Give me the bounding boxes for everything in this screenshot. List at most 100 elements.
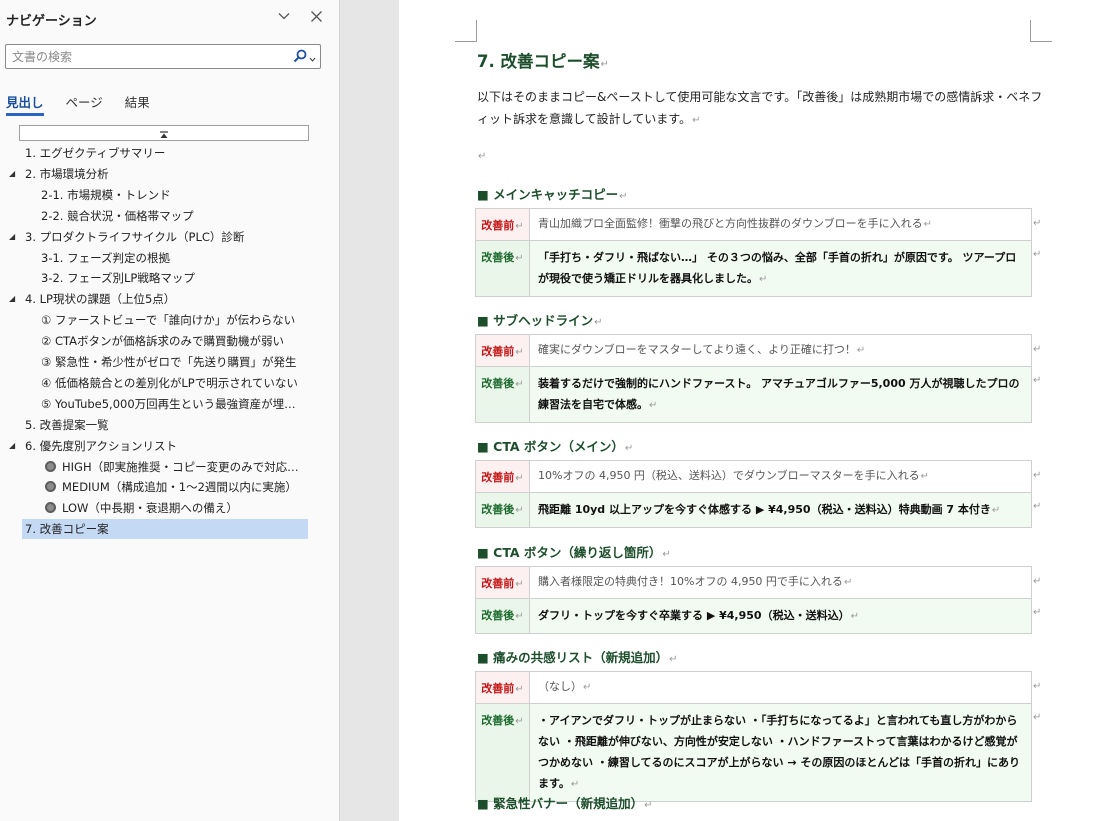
outline-heading-item[interactable]: ② CTAボタンが価格訴求のみで購買動機が弱い	[38, 331, 305, 351]
expand-toggle-icon[interactable]: ◢	[9, 289, 15, 309]
before-label: 改善前	[481, 471, 515, 484]
copy-section-title: ■ サブヘッドライン↵	[477, 313, 603, 328]
row-end-mark: ↵	[1033, 501, 1042, 512]
row-end-mark: ↵	[1033, 249, 1042, 260]
before-copy-text: 10%オフの 4,950 円（税込、送料込）でダウンブローマスターを手に入れる	[538, 469, 920, 482]
before-label-cell: 改善前↵	[475, 334, 530, 367]
after-copy-cell: ・アイアンでダフリ・トップが止まらない ・「手打ちになってるよ」と言われても直し…	[529, 703, 1032, 802]
document-page: 7. 改善コピー案↵ 以下はそのままコピー&ペーストして使用可能な文言です。「改…	[399, 0, 1096, 821]
section-heading: 7. 改善コピー案↵	[477, 52, 609, 71]
outline-heading-label: 6. 優先度別アクションリスト	[25, 439, 178, 453]
chevron-down-icon	[277, 8, 291, 27]
row-end-mark: ↵	[1033, 607, 1042, 618]
outline-heading-item[interactable]: HIGH（即実施推奨・コピー変更のみで対応可…	[42, 457, 305, 477]
tab-headings[interactable]: 見出し	[6, 92, 44, 116]
row-end-mark: ↵	[1033, 681, 1042, 692]
outline-heading-item[interactable]: 3-2. フェーズ別LP戦略マップ	[38, 268, 305, 288]
outline-heading-label: 3-1. フェーズ判定の根拠	[41, 251, 171, 265]
outline-heading-label: HIGH（即実施推奨・コピー変更のみで対応可…	[62, 460, 305, 474]
outline-heading-label: LOW（中長期・衰退期への備え）	[62, 501, 238, 515]
search-button[interactable]	[293, 48, 316, 66]
outline-heading-item[interactable]: LOW（中長期・衰退期への備え）	[42, 498, 305, 518]
outline-heading-label: 5. 改善提案一覧	[25, 418, 109, 432]
outline-heading-item[interactable]: 3-1. フェーズ判定の根拠	[38, 248, 305, 268]
tab-pages[interactable]: ページ	[66, 92, 103, 116]
before-after-table: 改善前↵ 10%オフの 4,950 円（税込、送料込）でダウンブローマスターを手に…	[475, 460, 1032, 528]
expand-toggle-icon[interactable]: ◢	[9, 227, 15, 247]
outline-heading-label: 2-2. 競合状況・価格帯マップ	[41, 209, 194, 223]
before-copy-cell: 購入者様限定の特典付き！10%オフの 4,950 円で手に入れる↵	[529, 566, 1032, 599]
outline-heading-label: 4. LP現状の課題（上位5点）	[25, 292, 176, 306]
copy-section-title-text: ■ 痛みの共感リスト（新規追加）	[477, 650, 669, 665]
chevron-down-icon	[309, 48, 316, 67]
navigation-pane: ナビゲーション 見出し ページ 結果 1. エグゼクティブサマリー◢2. 市場	[0, 0, 340, 821]
row-end-mark: ↵	[1033, 344, 1042, 355]
outline-heading-item[interactable]: 5. 改善提案一覧	[22, 415, 305, 435]
after-copy-cell: 「手打ち・ダフリ・飛ばない…」 その３つの悩み、全部「手首の折れ」が原因です。 …	[529, 240, 1032, 297]
outline-heading-item[interactable]: ① ファーストビューで「誰向けか」が伝わらない	[38, 310, 305, 330]
search-input[interactable]	[12, 47, 282, 66]
before-after-table: 改善前↵ 確実にダウンブローをマスターしてより遠く、より正確に打つ！↵ 改善後↵ 装着…	[475, 334, 1032, 423]
outline-heading-item[interactable]: 2-1. 市場規模・トレンド	[38, 185, 305, 205]
outline-heading-item[interactable]: ④ 低価格競合との差別化がLPで明示されていない	[38, 373, 305, 393]
outline-heading-item[interactable]: 1. エグゼクティブサマリー	[22, 143, 305, 163]
before-copy-cell: 確実にダウンブローをマスターしてより遠く、より正確に打つ！↵	[529, 334, 1032, 367]
pane-options-button[interactable]	[273, 6, 295, 28]
outline-heading-item[interactable]: 6. 優先度別アクションリスト	[22, 436, 305, 456]
copy-section-title: ■ メインキャッチコピー↵	[477, 187, 628, 202]
copy-section-title: ■ 痛みの共感リスト（新規追加）↵	[477, 650, 678, 665]
copy-section-title-text: ■ CTA ボタン（繰り返し箇所）	[477, 545, 662, 560]
row-end-mark: ↵	[1033, 470, 1042, 481]
outline-heading-item[interactable]: 2-2. 競合状況・価格帯マップ	[38, 206, 305, 226]
after-label-cell: 改善後↵	[475, 598, 530, 634]
outline-heading-item[interactable]: 4. LP現状の課題（上位5点）	[22, 289, 305, 309]
expand-toggle-icon[interactable]: ◢	[9, 436, 15, 456]
before-label: 改善前	[481, 345, 515, 358]
outline-heading-label: 3-2. フェーズ別LP戦略マップ	[41, 271, 195, 285]
copy-section-title: ■ 緊急性バナー（新規追加）↵	[477, 796, 653, 811]
before-after-table: 改善前↵ （なし）↵ 改善後↵ ・アイアンでダフリ・トップが止まらない ・「手打ちにな…	[475, 671, 1032, 802]
navigation-pane-title: ナビゲーション	[6, 14, 97, 29]
after-label-cell: 改善後↵	[475, 703, 530, 802]
before-label-cell: 改善前↵	[475, 566, 530, 599]
outline-heading-item[interactable]: 3. プロダクトライフサイクル（PLC）診断	[22, 227, 305, 247]
copy-section-title-text: ■ CTA ボタン（メイン）	[477, 439, 624, 454]
expand-toggle-icon[interactable]: ◢	[9, 164, 15, 184]
row-end-mark: ↵	[1033, 375, 1042, 386]
search-box	[5, 44, 321, 69]
margin-corner-mark	[455, 20, 477, 42]
outline-heading-item[interactable]: 2. 市場環境分析	[22, 164, 305, 184]
after-label: 改善後	[481, 251, 515, 264]
after-label: 改善後	[481, 377, 515, 390]
outline-heading-item[interactable]: ⑤ YouTube5,000万回再生という最強資産が埋も…	[38, 394, 305, 414]
row-end-mark: ↵	[1033, 576, 1042, 587]
collapse-all-button[interactable]	[19, 125, 309, 141]
before-label: 改善前	[481, 577, 515, 590]
copy-section-title: ■ CTA ボタン（繰り返し箇所）↵	[477, 545, 671, 560]
copy-section-title-text: ■ サブヘッドライン	[477, 313, 594, 328]
outline-heading-label: 1. エグゼクティブサマリー	[25, 146, 166, 160]
copy-section-title-text: ■ 緊急性バナー（新規追加）	[477, 796, 644, 811]
priority-bullet-icon	[45, 502, 56, 513]
before-copy-text: 青山加織プロ全面監修！衝撃の飛びと方向性抜群のダウンブローを手に入れる	[538, 217, 923, 230]
paragraph-mark: ↵	[478, 151, 487, 162]
before-copy-text: 確実にダウンブローをマスターしてより遠く、より正確に打つ！	[538, 343, 856, 356]
outline-heading-item[interactable]: 7. 改善コピー案	[22, 519, 308, 539]
outline-heading-label: 7. 改善コピー案	[25, 522, 109, 536]
outline-heading-item[interactable]: ③ 緊急性・希少性がゼロで「先送り購買」が発生	[38, 352, 305, 372]
before-copy-text: （なし）	[538, 680, 582, 693]
search-icon	[293, 48, 307, 67]
close-pane-button[interactable]	[305, 6, 327, 28]
after-label-cell: 改善後↵	[475, 492, 530, 528]
before-label: 改善前	[481, 682, 515, 695]
row-end-mark: ↵	[1033, 218, 1042, 229]
outline-heading-item[interactable]: MEDIUM（構成追加・1〜2週間以内に実施）	[42, 477, 305, 497]
before-label-cell: 改善前↵	[475, 208, 530, 241]
outline-heading-label: ② CTAボタンが価格訴求のみで購買動機が弱い	[41, 334, 284, 348]
after-label: 改善後	[481, 503, 515, 516]
after-label-cell: 改善後↵	[475, 366, 530, 423]
outline-heading-label: MEDIUM（構成追加・1〜2週間以内に実施）	[62, 480, 297, 494]
after-copy-text: ・アイアンでダフリ・トップが止まらない ・「手打ちになってるよ」と言われても直し…	[538, 714, 1021, 790]
after-copy-text: 装着するだけで強制的にハンドファースト。 アマチュアゴルファー5,000 万人が…	[538, 377, 1020, 411]
tab-results[interactable]: 結果	[125, 92, 150, 116]
